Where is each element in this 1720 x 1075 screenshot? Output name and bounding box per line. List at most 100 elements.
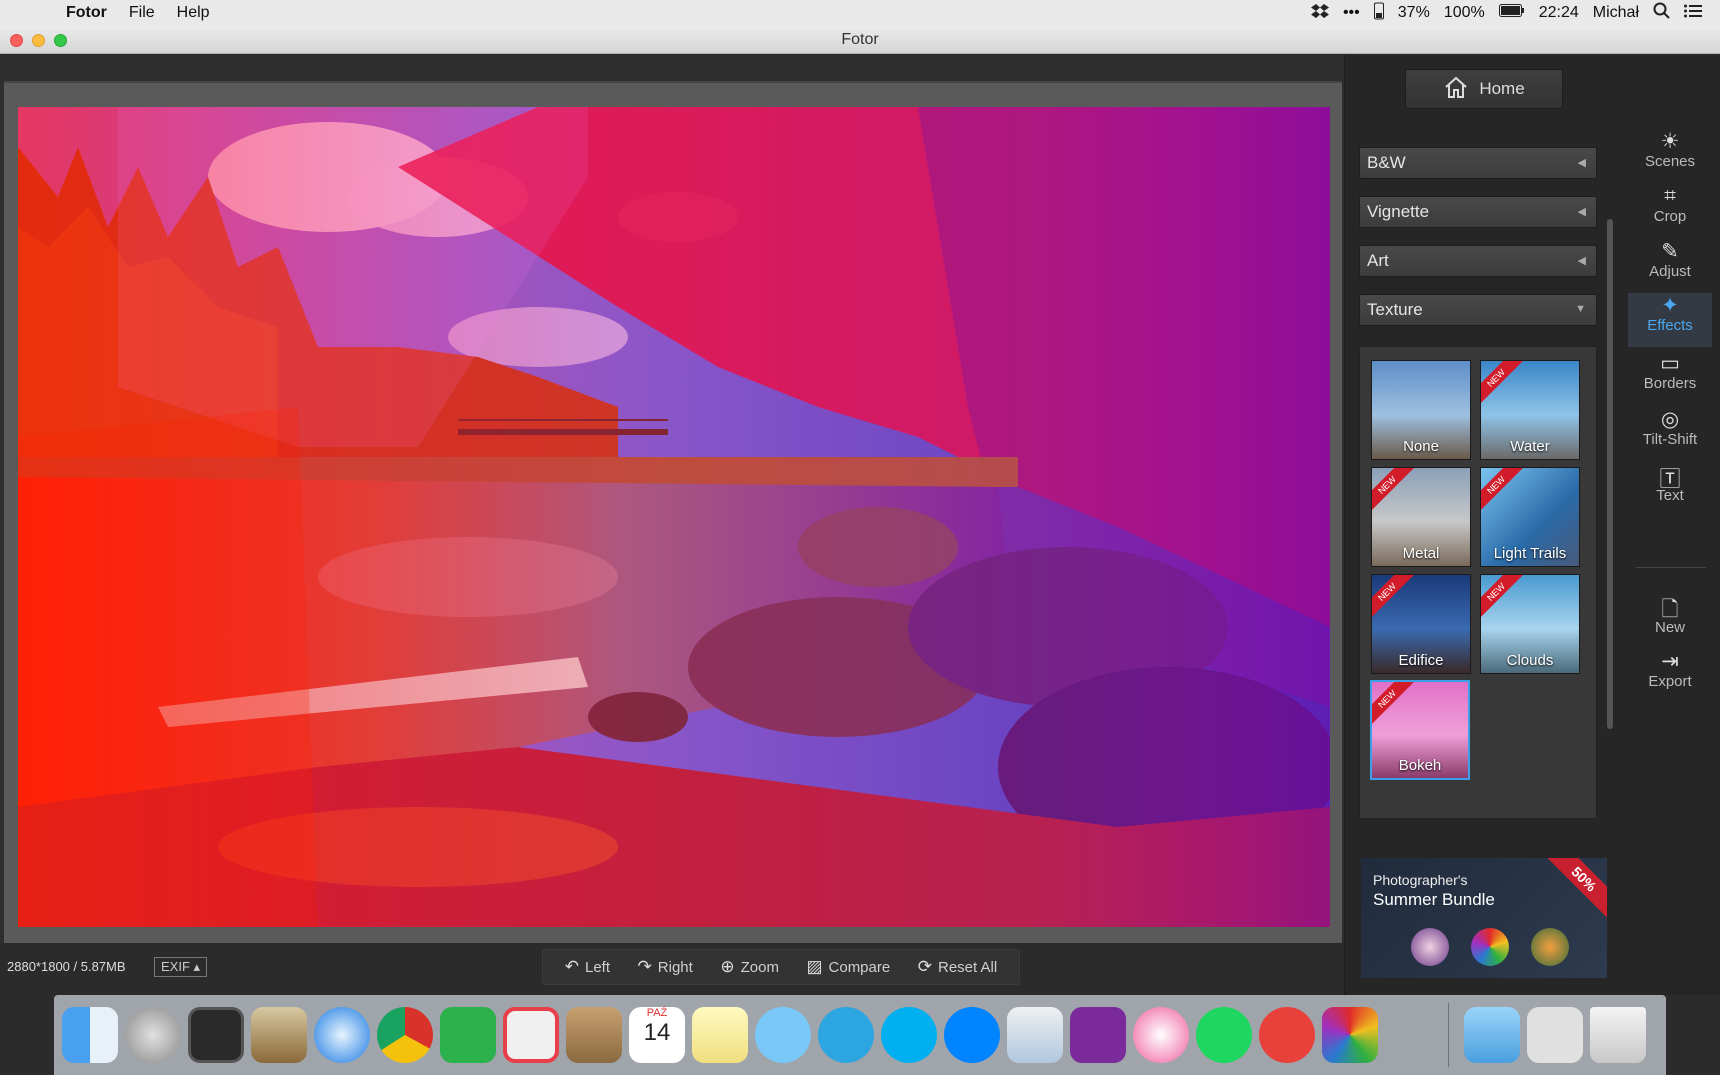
sidebar-item-export[interactable]: ⇥ Export: [1628, 649, 1712, 703]
target-circle-icon: ◎: [1660, 408, 1680, 431]
pocket-icon[interactable]: [503, 1007, 559, 1063]
rotate-left-icon: ↶: [564, 957, 579, 976]
compare-button[interactable]: ▨ Compare: [806, 957, 890, 977]
texture-bokeh[interactable]: NEW Bokeh: [1370, 680, 1470, 780]
new-badge: NEW: [1372, 468, 1417, 515]
texture-none[interactable]: None: [1371, 360, 1471, 460]
section-vignette[interactable]: Vignette ◀: [1359, 196, 1597, 228]
sidebar-item-borders[interactable]: ▭ Borders: [1628, 351, 1712, 405]
sun-icon: ☀: [1660, 130, 1680, 153]
edited-photo[interactable]: [18, 107, 1330, 927]
texture-label: Edifice: [1398, 652, 1444, 669]
dock: PAŹ 14: [54, 995, 1666, 1075]
new-badge: NEW: [1481, 468, 1526, 515]
dock-separator: [1448, 1003, 1449, 1067]
canvas-area: [0, 55, 1344, 943]
texture-edifice[interactable]: NEW Edifice: [1371, 574, 1471, 674]
sidebar-item-adjust[interactable]: ✎ Adjust: [1628, 239, 1712, 293]
sidebar-item-label: Borders: [1643, 375, 1697, 392]
battery-icon[interactable]: [1498, 4, 1525, 22]
notes-icon[interactable]: [692, 1007, 748, 1063]
telegram-icon[interactable]: [818, 1007, 874, 1063]
mail-icon[interactable]: [251, 1007, 307, 1063]
safari-icon[interactable]: [314, 1007, 370, 1063]
zoom-button[interactable]: ⊕ Zoom: [720, 957, 779, 977]
sidebar-item-tilt-shift[interactable]: ◎ Tilt-Shift: [1628, 407, 1712, 461]
menu-file[interactable]: File: [129, 4, 155, 22]
downloader-icon[interactable]: [1259, 1007, 1315, 1063]
messages-icon[interactable]: [755, 1007, 811, 1063]
section-texture-label: Texture: [1367, 300, 1423, 319]
rotate-left-label: Left: [585, 958, 611, 976]
photo-frame: [4, 83, 1342, 943]
launchpad-icon[interactable]: [125, 1007, 181, 1063]
collapse-arrow-icon: ◀: [1577, 206, 1586, 218]
texture-clouds[interactable]: NEW Clouds: [1480, 574, 1580, 674]
sidebar-item-label: Text: [1656, 487, 1684, 504]
trash-icon[interactable]: [1590, 1007, 1646, 1063]
sidebar-item-text[interactable]: 🅃 Text: [1628, 463, 1712, 517]
texture-label: None: [1403, 438, 1439, 455]
rotate-right-button[interactable]: ↷ Right: [638, 957, 693, 977]
promo-banner[interactable]: Photographer's Summer Bundle 50%: [1361, 858, 1607, 978]
sidebar-item-crop[interactable]: ⌗ Crop: [1628, 184, 1712, 238]
sidebar-item-scenes[interactable]: ☀ Scenes: [1628, 129, 1712, 183]
finder-icon[interactable]: [62, 1007, 118, 1063]
menu-extras: ••• 37% 100% 22:24 Michał: [1310, 0, 1702, 26]
user-name[interactable]: Michał: [1593, 4, 1639, 22]
notification-center-icon[interactable]: [1684, 4, 1702, 23]
documents-stack-icon[interactable]: [1527, 1007, 1583, 1063]
promo-line1: Photographer's: [1373, 872, 1468, 888]
chrome-icon[interactable]: [377, 1007, 433, 1063]
more-dots-icon[interactable]: •••: [1343, 4, 1360, 22]
exif-label: EXIF: [161, 959, 190, 974]
section-bw[interactable]: B&W ◀: [1359, 147, 1597, 179]
texture-label: Clouds: [1506, 652, 1554, 669]
contacts-icon[interactable]: [566, 1007, 622, 1063]
skype-icon[interactable]: [881, 1007, 937, 1063]
dropbox-icon[interactable]: [1310, 3, 1329, 24]
section-art[interactable]: Art ◀: [1359, 245, 1597, 277]
menu-app-name[interactable]: Fotor: [66, 4, 107, 22]
sidebar-item-new[interactable]: 🗋 New: [1628, 595, 1712, 649]
texture-light-trails[interactable]: NEW Light Trails: [1480, 467, 1580, 567]
texture-water[interactable]: NEW Water: [1480, 360, 1580, 460]
panel-scrollbar[interactable]: [1607, 219, 1613, 729]
window-titlebar: Fotor: [0, 26, 1720, 54]
image-toolbar: ↶ Left ↷ Right ⊕ Zoom ▨ Compare ⟳ Reset All: [542, 949, 1020, 985]
sidebar-item-label: Scenes: [1644, 153, 1696, 170]
home-icon: [1443, 75, 1469, 104]
itunes-icon[interactable]: [1133, 1007, 1189, 1063]
reset-all-button[interactable]: ⟳ Reset All: [918, 957, 997, 977]
section-texture[interactable]: Texture ▼: [1359, 294, 1597, 326]
texture-label: Water: [1510, 438, 1550, 455]
exif-button[interactable]: EXIF ▴: [154, 957, 208, 977]
calendar-icon[interactable]: PAŹ 14: [629, 1007, 685, 1063]
preview-icon[interactable]: [1007, 1007, 1063, 1063]
dashboard-icon[interactable]: [188, 1007, 244, 1063]
feedly-icon[interactable]: [440, 1007, 496, 1063]
texture-metal[interactable]: NEW Metal: [1371, 467, 1471, 567]
sidebar-item-label: Effects: [1647, 317, 1693, 334]
home-label: Home: [1479, 79, 1525, 98]
messenger-icon[interactable]: [944, 1007, 1000, 1063]
downloads-folder-icon[interactable]: [1464, 1007, 1520, 1063]
onenote-icon[interactable]: [1070, 1007, 1126, 1063]
crop-icon: ⌗: [1664, 184, 1676, 207]
texture-label: Bokeh: [1398, 757, 1442, 774]
window-title: Fotor: [841, 31, 879, 48]
sidebar-item-effects[interactable]: ✦ Effects: [1628, 293, 1712, 347]
spotlight-search-icon[interactable]: [1653, 2, 1670, 24]
home-button[interactable]: Home: [1405, 69, 1563, 109]
promo-collage-icon: [1531, 928, 1569, 966]
pencil-icon: ✎: [1661, 240, 1679, 263]
clock[interactable]: 22:24: [1539, 4, 1579, 22]
section-bw-label: B&W: [1367, 153, 1406, 172]
phone-battery-percent: 37%: [1397, 4, 1430, 21]
calendar-month: PAŹ: [646, 1007, 668, 1019]
menu-help[interactable]: Help: [177, 4, 210, 22]
spotify-icon[interactable]: [1196, 1007, 1252, 1063]
fotor-icon[interactable]: [1322, 1007, 1378, 1063]
texture-label: Light Trails: [1493, 545, 1567, 562]
rotate-left-button[interactable]: ↶ Left: [565, 957, 610, 977]
